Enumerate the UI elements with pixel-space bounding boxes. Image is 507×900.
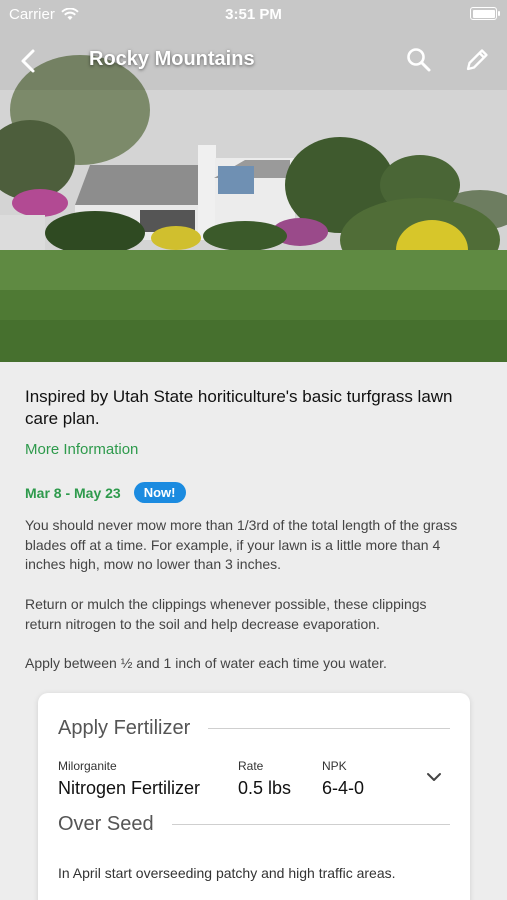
page-title: Rocky Mountains	[89, 48, 255, 70]
overseed-section-header: Over Seed	[58, 813, 450, 836]
intro-text: Inspired by Utah State horiticulture's b…	[25, 387, 453, 428]
product-column: Milorganite Nitrogen Fertilizer	[58, 759, 200, 799]
rate-label: Rate	[238, 759, 264, 773]
product-label: Milorganite	[58, 759, 117, 773]
divider	[171, 824, 450, 825]
mowing-tip: You should never mow more than 1/3rd of …	[25, 517, 458, 572]
fertilizer-title: Apply Fertilizer	[58, 717, 191, 739]
fertilizer-section-header: Apply Fertilizer	[58, 717, 450, 740]
product-value: Nitrogen Fertilizer	[58, 778, 201, 798]
npk-label: NPK	[322, 759, 347, 773]
rate-column: Rate 0.5 lbs	[238, 759, 291, 799]
watering-tip: Apply between ½ and 1 inch of water each…	[25, 655, 387, 671]
content-area: Inspired by Utah State horiticulture's b…	[0, 362, 507, 900]
chevron-down-icon[interactable]	[426, 771, 442, 783]
status-time: 3:51 PM	[225, 6, 282, 23]
battery-icon	[470, 7, 500, 20]
now-badge: Now!	[133, 482, 186, 503]
npk-value: 6-4-0	[322, 778, 365, 798]
status-bar: Carrier 3:51 PM	[0, 0, 507, 28]
task-card: Apply Fertilizer Milorganite Nitrogen Fe…	[38, 693, 470, 900]
overseed-title: Over Seed	[58, 813, 154, 835]
more-information-link[interactable]: More Information	[25, 441, 138, 458]
search-icon[interactable]	[405, 46, 433, 74]
npk-column: NPK 6-4-0	[322, 759, 364, 799]
rate-value: 0.5 lbs	[238, 778, 292, 798]
period-row: Mar 8 - May 23 Now!	[25, 482, 186, 503]
date-range: Mar 8 - May 23	[25, 484, 121, 501]
clippings-tip: Return or mulch the clippings whenever p…	[25, 596, 427, 632]
edit-pencil-icon[interactable]	[463, 46, 491, 74]
back-chevron-icon[interactable]	[14, 46, 44, 76]
divider	[208, 728, 450, 729]
overseed-description: In April start overseeding patchy and hi…	[58, 865, 396, 881]
navigation-bar: Rocky Mountains	[0, 38, 507, 82]
